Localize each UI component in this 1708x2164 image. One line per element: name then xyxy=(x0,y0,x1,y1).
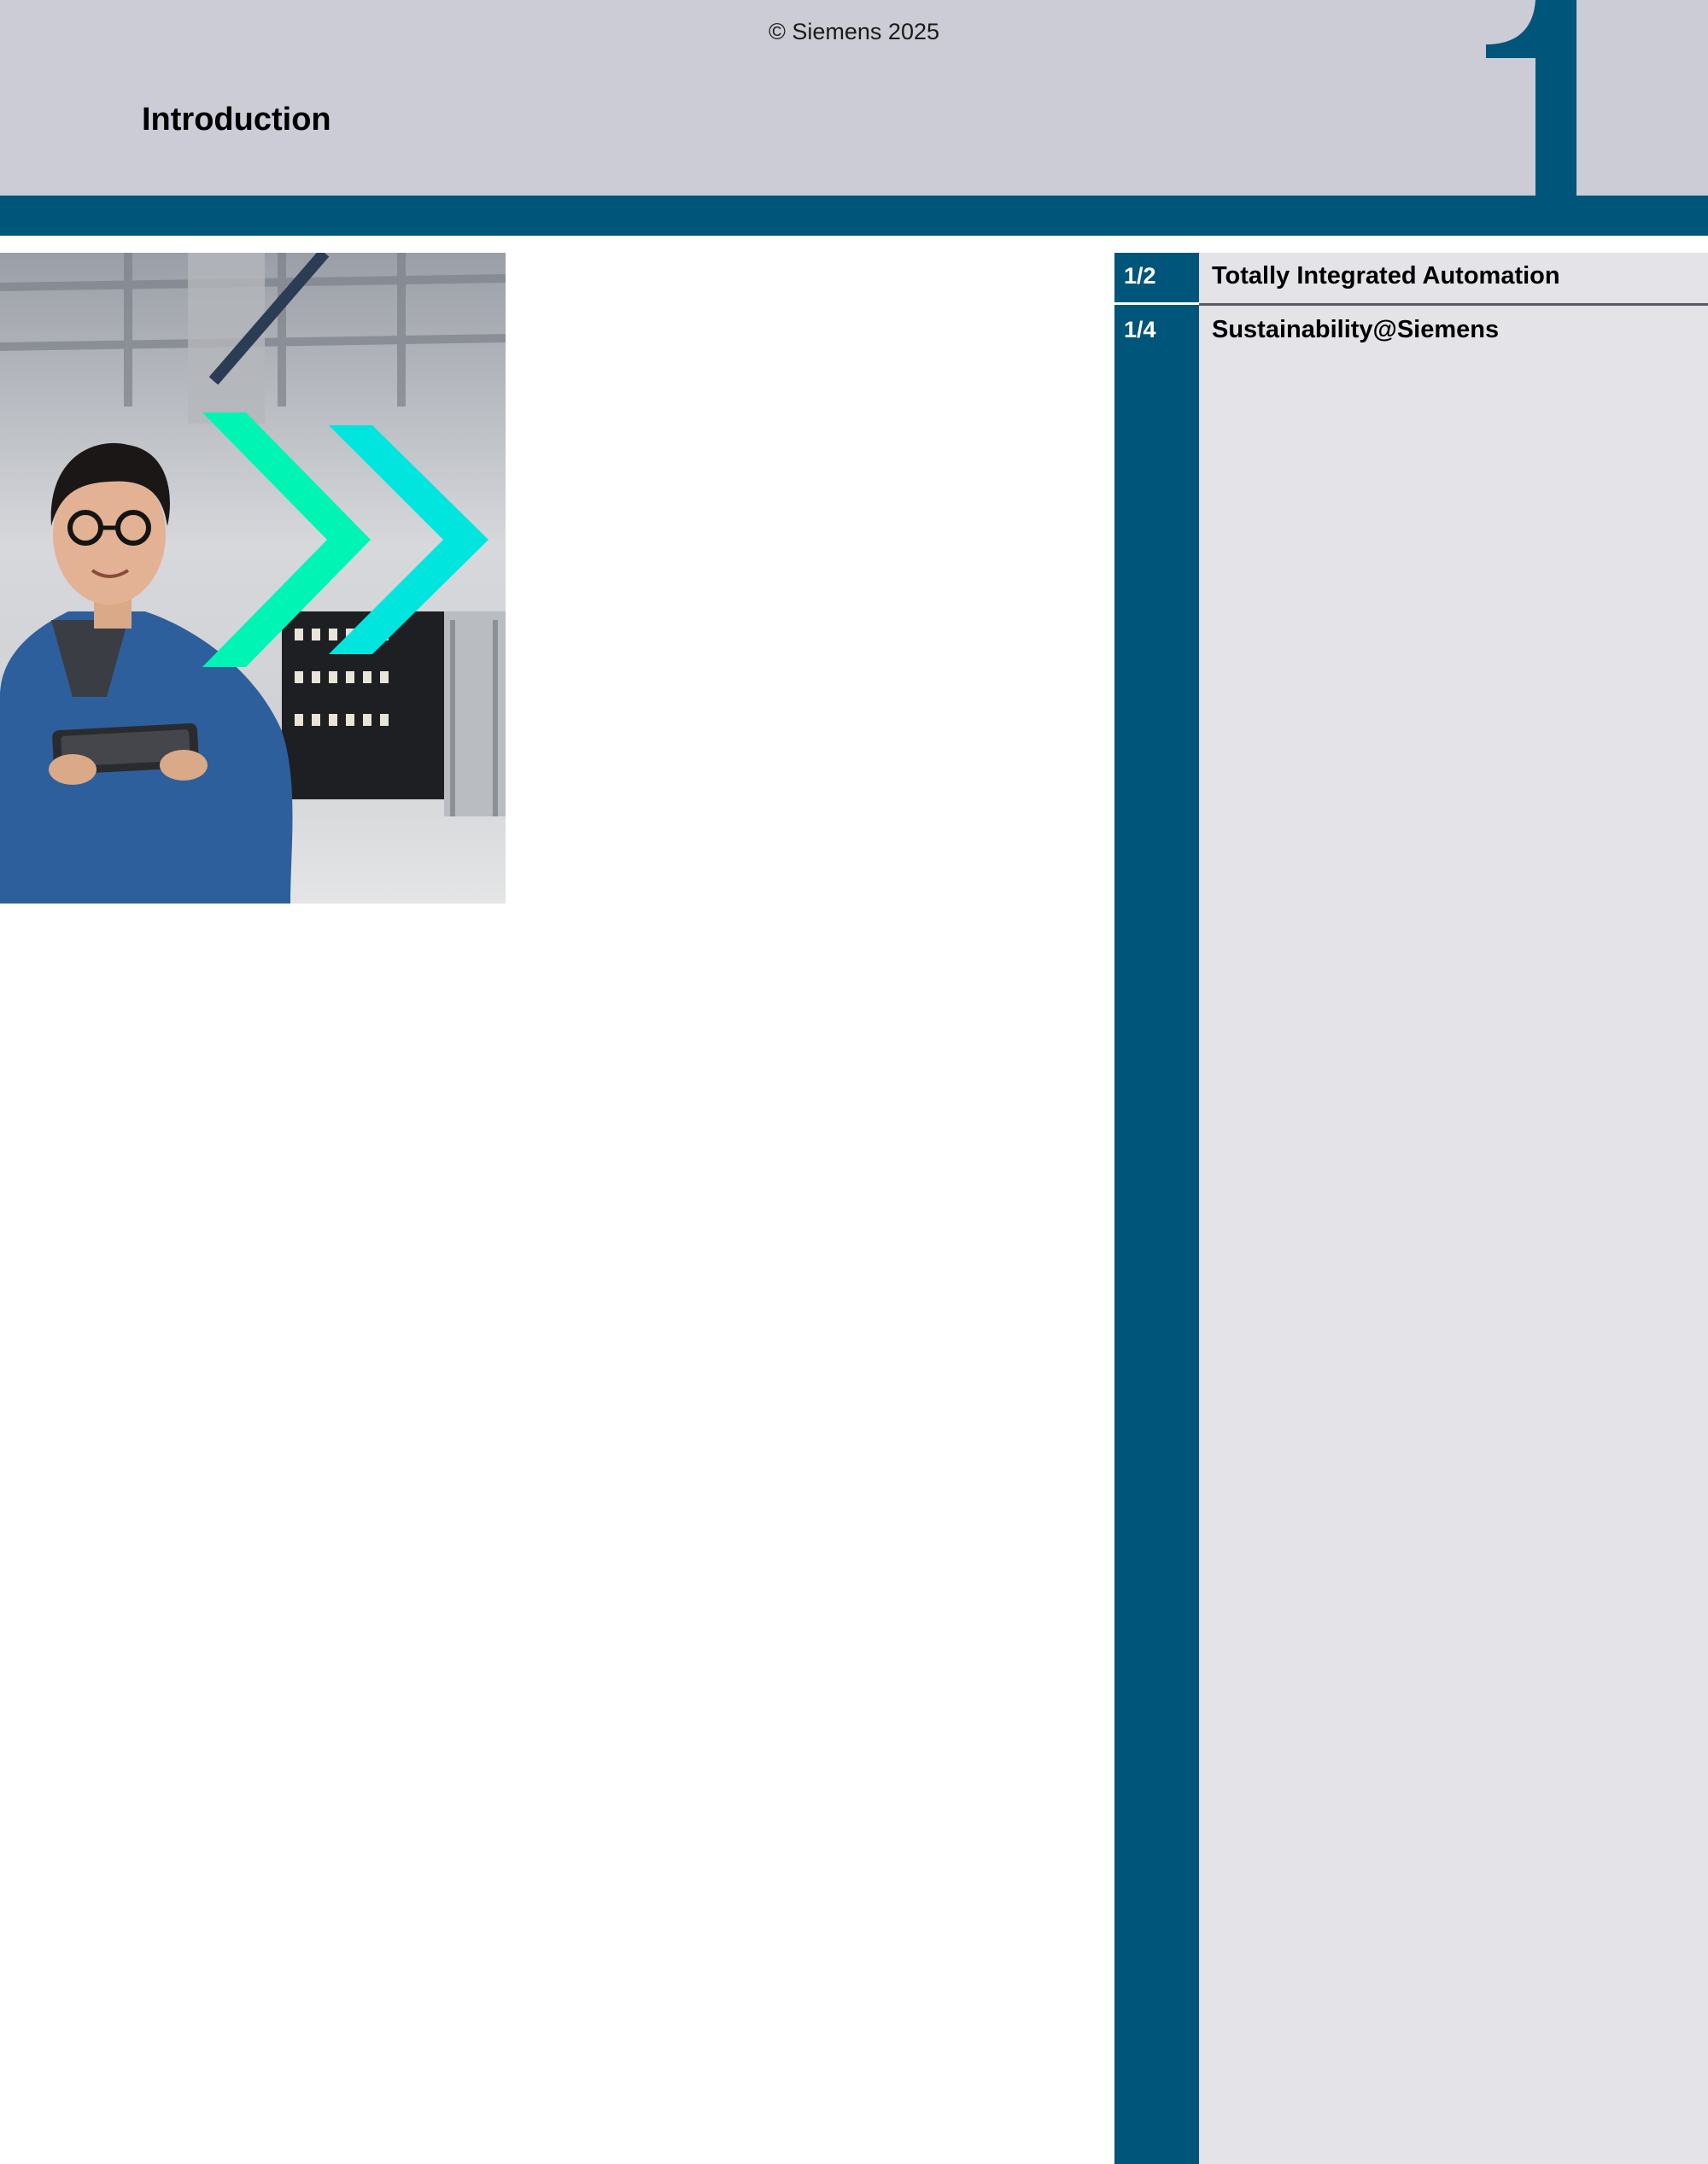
hero-photo xyxy=(0,253,506,904)
storage-racks xyxy=(282,611,506,816)
toc-text-column xyxy=(1199,253,1708,2164)
toc-item-label: Sustainability@Siemens xyxy=(1212,316,1500,343)
chapter-title: Introduction xyxy=(142,102,331,137)
toc-page-number: 1/4 xyxy=(1124,317,1156,342)
chapter-header: © Siemens 2025 Introduction xyxy=(0,0,1708,196)
toc-divider xyxy=(1199,303,1708,306)
header-accent-band xyxy=(0,196,1708,236)
chapter-number-graphic xyxy=(1486,0,1576,196)
factory-worker-illustration xyxy=(0,253,506,904)
toc-item-totally-integrated-automation[interactable]: 1/2 Totally Integrated Automation xyxy=(1114,253,1708,304)
toc-page-number: 1/2 xyxy=(1124,263,1156,289)
toc-item-sustainability[interactable]: 1/4 Sustainability@Siemens xyxy=(1114,307,1708,358)
chapter-number-glyph xyxy=(1486,0,1576,196)
toc-item-label: Totally Integrated Automation xyxy=(1212,262,1560,290)
toc-divider xyxy=(1114,302,1199,305)
toc-number-column xyxy=(1114,253,1199,2164)
